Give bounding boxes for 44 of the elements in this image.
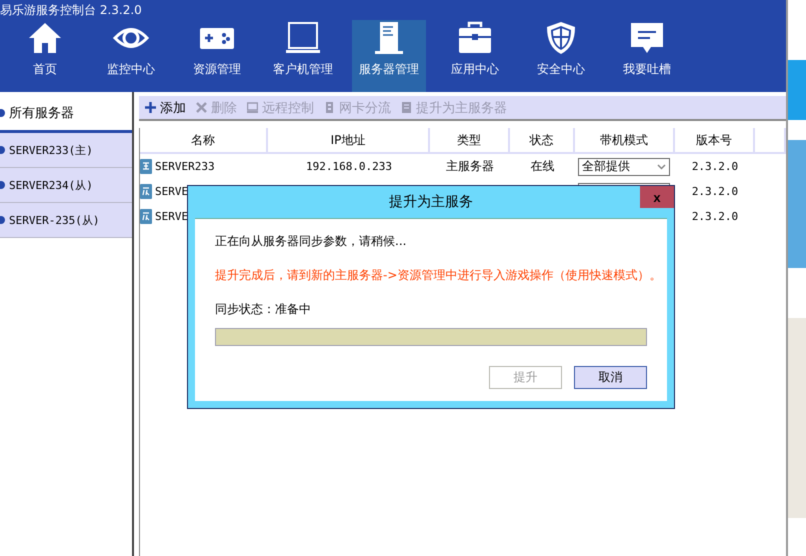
table-cell: 在线 xyxy=(530,158,554,175)
sync-status: 同步状态：准备中 xyxy=(215,301,312,318)
close-icon xyxy=(196,102,207,113)
column-header: 类型 xyxy=(430,128,510,152)
warning-message: 提升完成后，请到新的主服务器->资源管理中进行导入游戏操作（使用快速模式）。 xyxy=(215,267,661,284)
nav-tab[interactable]: 监控中心 xyxy=(94,20,168,92)
server-role-icon xyxy=(140,184,152,199)
table-cell: 192.168.0.233 xyxy=(306,160,392,173)
server-role-icon xyxy=(140,159,152,174)
nav-tab[interactable]: 首页 xyxy=(8,20,82,92)
nav-tab[interactable]: 服务器管理 xyxy=(352,20,426,92)
home-icon xyxy=(27,21,63,55)
sidebar-item[interactable]: SERVER233(主) xyxy=(0,133,132,168)
table-cell: SERVER233 xyxy=(140,159,268,174)
column-header: 版本号 xyxy=(675,128,755,152)
nav-tab[interactable]: 应用中心 xyxy=(438,20,512,92)
server-icon xyxy=(401,102,412,113)
sidebar-item[interactable]: SERVER-235(从) xyxy=(0,203,132,238)
plus-icon xyxy=(145,102,156,113)
mode-dropdown[interactable]: 全部提供 xyxy=(578,158,670,176)
close-button[interactable]: x xyxy=(640,186,674,208)
window-title: 易乐游服务控制台 2.3.2.0 xyxy=(0,2,142,18)
nav-tab[interactable]: 安全中心 xyxy=(524,20,598,92)
table-cell: 主服务器 xyxy=(446,158,494,175)
toolbar-button[interactable]: 添加 xyxy=(145,98,186,116)
dialog-button[interactable]: 取消 xyxy=(574,366,647,389)
monitor-icon xyxy=(285,21,321,55)
column-header: 状态 xyxy=(510,128,575,152)
column-header: 名称 xyxy=(140,128,268,152)
status-message: 正在向从服务器同步参数，请稍候... xyxy=(215,233,408,250)
column-header: 带机模式 xyxy=(575,128,675,152)
network-card-icon xyxy=(324,102,335,113)
nav-tab[interactable]: 资源管理 xyxy=(180,20,254,92)
chevron-down-icon xyxy=(657,164,666,170)
monitor-icon xyxy=(247,102,258,113)
nav-tab[interactable]: 客户机管理 xyxy=(266,20,340,92)
table-cell: 2.3.2.0 xyxy=(692,210,738,223)
table-cell: 2.3.2.0 xyxy=(692,160,738,173)
nav-tab[interactable]: 我要吐槽 xyxy=(610,20,684,92)
server-role-icon xyxy=(140,209,152,224)
column-header: IP地址 xyxy=(268,128,430,152)
dialog-title: 提升为主服务 xyxy=(389,193,473,211)
sidebar-item[interactable]: SERVER234(从) xyxy=(0,168,132,203)
table-cell: 2.3.2.0 xyxy=(692,185,738,198)
